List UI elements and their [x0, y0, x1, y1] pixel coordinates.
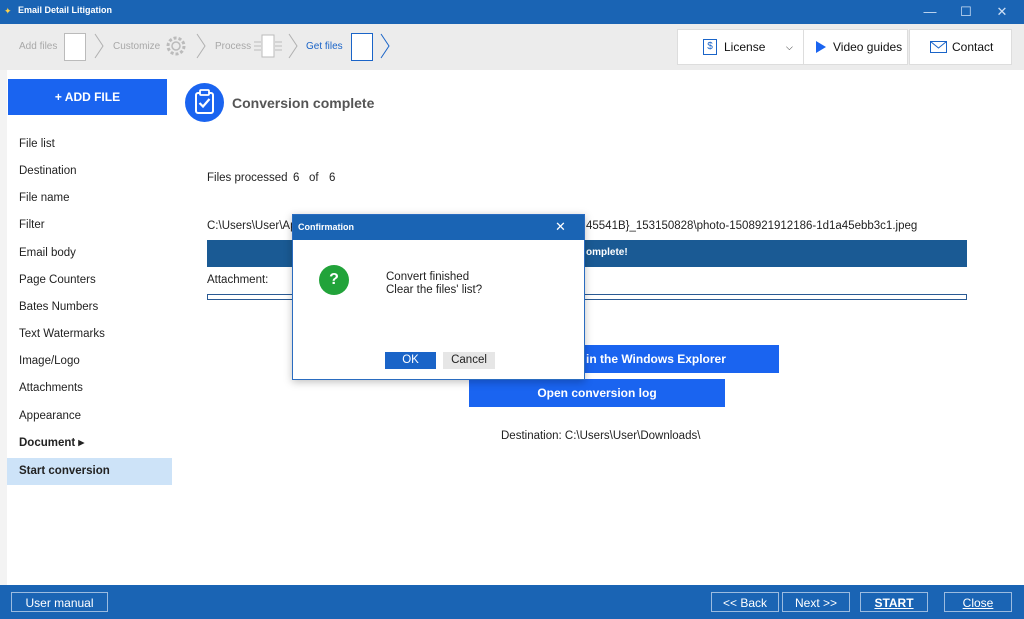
contact-button[interactable]: Contact: [909, 29, 1012, 65]
video-guides-button[interactable]: Video guides: [803, 29, 908, 65]
progress-text: omplete!: [586, 247, 628, 258]
step-process[interactable]: Process: [215, 41, 251, 52]
dollar-icon: $: [703, 39, 717, 55]
sidebar-item-image-logo[interactable]: Image/Logo: [7, 348, 172, 375]
current-path-end: 45541B}_153150828\photo-1508921912186-1d…: [586, 220, 918, 232]
dialog-title: Confirmation: [298, 222, 354, 232]
total-count: 6: [329, 172, 336, 184]
of-label: of: [309, 172, 319, 184]
close-button[interactable]: Close: [944, 592, 1012, 612]
next-button[interactable]: Next >>: [782, 592, 850, 612]
step-get-files[interactable]: Get files: [306, 41, 343, 52]
chevron-right-icon: [380, 33, 390, 59]
dialog-message-line2: Clear the files' list?: [386, 284, 483, 296]
sidebar-item-start-conversion[interactable]: Start conversion: [7, 458, 172, 485]
processed-count: 6: [293, 172, 300, 184]
wizard-bar: Add files Customize Process Get files $ …: [0, 24, 1024, 70]
left-gutter: [0, 70, 7, 585]
chevron-right-icon: [288, 33, 298, 59]
chevron-down-icon: ⌵: [786, 42, 793, 52]
document-icon: [64, 33, 86, 61]
open-in-explorer-label: in the Windows Explorer: [586, 352, 726, 366]
app-logo-icon: ✦: [4, 6, 12, 16]
play-icon: [816, 41, 826, 53]
user-manual-button[interactable]: User manual: [11, 592, 108, 612]
sidebar-item-text-watermarks[interactable]: Text Watermarks: [7, 321, 172, 348]
ok-button[interactable]: OK: [385, 352, 436, 369]
sidebar-item-page-counters[interactable]: Page Counters: [7, 267, 172, 294]
footer-bar: User manual << Back Next >> START Close: [0, 585, 1024, 619]
files-processed-label: Files processed: [207, 172, 288, 184]
clipboard-check-icon: [185, 83, 224, 122]
video-guides-label: Video guides: [833, 40, 903, 54]
window-close-button[interactable]: ✕: [984, 2, 1020, 22]
confirmation-dialog: Confirmation ✕ ? Convert finished Clear …: [292, 214, 585, 380]
question-icon: ?: [319, 265, 349, 295]
license-label: License: [724, 40, 766, 54]
maximize-button[interactable]: ☐: [948, 2, 984, 22]
sidebar-item-filter[interactable]: Filter: [7, 212, 172, 239]
sidebar-item-appearance[interactable]: Appearance: [7, 403, 172, 430]
sidebar-item-attachments[interactable]: Attachments: [7, 375, 172, 402]
cancel-button[interactable]: Cancel: [443, 352, 495, 369]
document-icon: [351, 33, 373, 61]
dialog-title-bar: Confirmation ✕: [293, 215, 584, 240]
sidebar-item-file-name[interactable]: File name: [7, 185, 172, 212]
chevron-right-icon: [196, 33, 206, 59]
sidebar-item-file-list[interactable]: File list: [7, 131, 172, 158]
destination-text: Destination: C:\Users\User\Downloads\: [501, 430, 701, 442]
window-title: Email Detail Litigation: [18, 5, 113, 15]
gear-icon: [166, 36, 186, 56]
sidebar-item-bates-numbers[interactable]: Bates Numbers: [7, 294, 172, 321]
add-file-button[interactable]: + ADD FILE: [8, 79, 167, 115]
back-button[interactable]: << Back: [711, 592, 779, 612]
sidebar-item-document[interactable]: Document ▸: [7, 430, 172, 457]
mail-icon: [930, 41, 947, 53]
page-title: Conversion complete: [232, 95, 375, 111]
process-icon: [254, 34, 282, 58]
start-button[interactable]: START: [860, 592, 928, 612]
contact-label: Contact: [952, 40, 994, 54]
open-conversion-log-button[interactable]: Open conversion log: [469, 379, 725, 407]
title-bar: ✦ Email Detail Litigation — ☐ ✕: [0, 0, 1024, 24]
dialog-close-button[interactable]: ✕: [555, 219, 566, 235]
chevron-right-icon: [94, 33, 104, 59]
step-customize[interactable]: Customize: [113, 41, 160, 52]
current-path-start: C:\Users\User\Ap: [207, 220, 297, 232]
minimize-button[interactable]: —: [912, 2, 948, 22]
sidebar-item-email-body[interactable]: Email body: [7, 240, 172, 267]
license-button[interactable]: $ License ⌵: [677, 29, 804, 65]
attachment-label: Attachment:: [207, 274, 269, 286]
step-add-files[interactable]: Add files: [19, 41, 57, 52]
dialog-message-line1: Convert finished: [386, 271, 470, 283]
sidebar-item-destination[interactable]: Destination: [7, 158, 172, 185]
